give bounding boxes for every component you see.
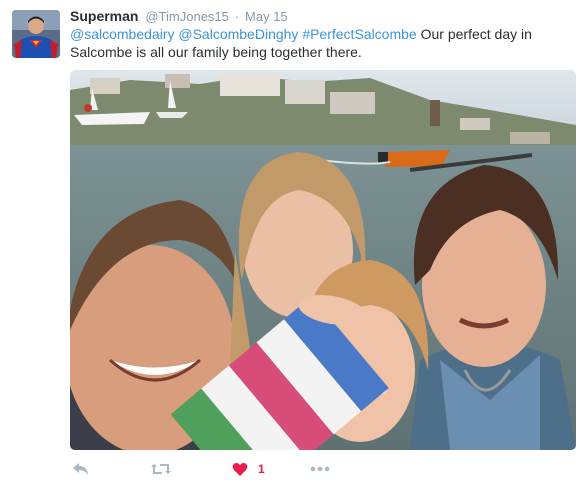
more-icon [310, 466, 330, 472]
more-button[interactable] [310, 458, 330, 480]
reply-icon [72, 461, 90, 477]
like-count: 1 [258, 462, 265, 476]
reply-button[interactable] [72, 458, 90, 480]
tweet-text: @salcombedairy @SalcombeDinghy #PerfectS… [70, 25, 570, 61]
user-handle[interactable]: @TimJones15 [145, 9, 229, 24]
family-selfie-image [70, 70, 576, 450]
heart-icon [232, 462, 248, 477]
like-button[interactable]: 1 [232, 458, 265, 480]
mention-salcombedinghy[interactable]: @SalcombeDinghy [178, 26, 298, 42]
retweet-icon [150, 461, 172, 477]
mention-salcombedairy[interactable]: @salcombedairy [70, 26, 174, 42]
tweet: Superman @TimJones15 · May 15 @salcombed… [0, 0, 585, 488]
separator-dot: · [234, 9, 240, 24]
avatar[interactable] [12, 10, 60, 58]
hashtag-perfectsalcombe[interactable]: #PerfectSalcombe [302, 26, 416, 42]
tweet-photo[interactable] [70, 70, 576, 450]
avatar-image [12, 10, 60, 58]
retweet-button[interactable] [150, 458, 172, 480]
user-fullname[interactable]: Superman [70, 8, 138, 24]
tweet-timestamp[interactable]: May 15 [245, 9, 288, 24]
tweet-actions: 1 [70, 458, 470, 480]
tweet-header: Superman @TimJones15 · May 15 [70, 7, 288, 26]
